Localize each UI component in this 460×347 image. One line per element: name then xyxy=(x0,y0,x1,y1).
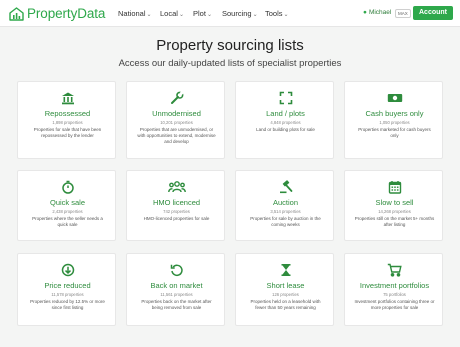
nav-local[interactable]: Local⌄ xyxy=(160,9,184,18)
card-count: 4,848 properties xyxy=(270,120,301,125)
card-land-plots[interactable]: Land / plots 4,848 properties Land or bu… xyxy=(235,81,334,159)
page-subtitle: Access our daily-updated lists of specia… xyxy=(118,58,342,69)
top-navigation-bar: PropertyData National⌄ Local⌄ Plot⌄ Sour… xyxy=(0,0,460,27)
card-count: 75 portfolios xyxy=(383,292,406,297)
card-description: HMO-licenced properties for sale xyxy=(143,216,210,221)
people-icon xyxy=(127,180,226,194)
banknote-icon xyxy=(345,91,444,105)
card-count: 742 properties xyxy=(163,209,190,214)
calendar-icon xyxy=(345,180,444,194)
card-price-reduced[interactable]: Price reduced 11,578 properties Properti… xyxy=(17,253,116,326)
card-count: 11,578 properties xyxy=(51,292,84,297)
chevron-down-icon: ⌄ xyxy=(206,12,212,18)
card-title: Land / plots xyxy=(266,109,305,118)
card-description: Properties back on the market after bein… xyxy=(141,299,212,310)
account-button[interactable]: Account xyxy=(413,6,453,20)
cart-icon xyxy=(345,263,444,277)
card-title: Repossessed xyxy=(44,109,91,118)
chevron-down-icon: ⌄ xyxy=(146,12,152,18)
expand-icon xyxy=(236,91,335,105)
card-title: Cash buyers only xyxy=(365,109,424,118)
card-count: 11,561 properties xyxy=(160,292,193,297)
card-title: Price reduced xyxy=(44,281,91,290)
card-count: 3,514 properties xyxy=(270,209,301,214)
card-count: 1,050 properties xyxy=(379,120,410,125)
nav-label: Tools xyxy=(265,9,283,18)
card-description: Properties reduced by 12.5% or more sinc… xyxy=(30,299,105,310)
chevron-down-icon: ⌄ xyxy=(283,12,289,18)
card-description: Properties still on the market 5+ months… xyxy=(354,216,435,227)
logo-icon xyxy=(9,6,24,21)
card-title: Back on market xyxy=(150,281,203,290)
card-description: Properties that are unmodernised, or wit… xyxy=(137,127,216,144)
hourglass-icon xyxy=(236,263,335,277)
card-description: Properties marketed for cash buyers only xyxy=(358,127,431,138)
card-count: 14,268 properties xyxy=(378,209,411,214)
card-description: Properties where the seller needs a quic… xyxy=(32,216,103,227)
card-description: Investment portfolios containing three o… xyxy=(354,299,435,310)
card-count: 10,201 properties xyxy=(160,120,193,125)
nav-plot[interactable]: Plot⌄ xyxy=(193,9,212,18)
page-title: Property sourcing lists xyxy=(156,37,304,54)
nav-label: Sourcing xyxy=(222,9,252,18)
card-repossessed[interactable]: Repossessed 1,898 properties Properties … xyxy=(17,81,116,159)
card-description: Land or building plots for sale xyxy=(256,127,315,132)
card-auction[interactable]: Auction 3,514 properties Properties for … xyxy=(235,170,334,241)
plan-badge: MAX xyxy=(395,9,411,18)
card-title: Unmodernised xyxy=(152,109,201,118)
logo[interactable]: PropertyData xyxy=(9,6,105,21)
stopwatch-icon xyxy=(18,180,117,194)
chevron-down-icon: ⌄ xyxy=(252,12,258,18)
user-menu[interactable]: ● Michael xyxy=(363,9,391,16)
nav-label: National xyxy=(118,9,146,18)
card-count: 2,438 properties xyxy=(52,209,83,214)
wrench-icon xyxy=(127,91,226,105)
arrow-down-circle-icon xyxy=(18,263,117,277)
card-title: Investment portfolios xyxy=(359,281,430,290)
gavel-icon xyxy=(236,180,335,194)
card-title: Short lease xyxy=(266,281,305,290)
user-icon: ● xyxy=(363,9,367,16)
card-title: Quick sale xyxy=(49,198,85,207)
card-quick-sale[interactable]: Quick sale 2,438 properties Properties w… xyxy=(17,170,116,241)
nav-tools[interactable]: Tools⌄ xyxy=(265,9,289,18)
nav-label: Local xyxy=(160,9,178,18)
card-count: 126 properties xyxy=(272,292,299,297)
card-title: HMO licenced xyxy=(152,198,201,207)
card-unmodernised[interactable]: Unmodernised 10,201 properties Propertie… xyxy=(126,81,225,159)
nav-national[interactable]: National⌄ xyxy=(118,9,152,18)
card-title: Slow to sell xyxy=(375,198,414,207)
card-title: Auction xyxy=(272,198,299,207)
card-description: Properties for sale by auction in the co… xyxy=(250,216,321,227)
card-investment-portfolios[interactable]: Investment portfolios 75 portfolios Inve… xyxy=(344,253,443,326)
undo-icon xyxy=(127,263,226,277)
card-description: Properties for sale that have been repos… xyxy=(33,127,102,138)
brand-name: PropertyData xyxy=(27,6,106,21)
user-name: Michael xyxy=(368,9,392,16)
card-description: Properties held on a leasehold with fewe… xyxy=(250,299,321,310)
nav-sourcing[interactable]: Sourcing⌄ xyxy=(222,9,258,18)
card-slow-to-sell[interactable]: Slow to sell 14,268 properties Propertie… xyxy=(344,170,443,241)
card-hmo-licenced[interactable]: HMO licenced 742 properties HMO-licenced… xyxy=(126,170,225,241)
card-cash-buyers-only[interactable]: Cash buyers only 1,050 properties Proper… xyxy=(344,81,443,159)
chevron-down-icon: ⌄ xyxy=(178,12,184,18)
bank-icon xyxy=(18,91,117,105)
card-back-on-market[interactable]: Back on market 11,561 properties Propert… xyxy=(126,253,225,326)
card-short-lease[interactable]: Short lease 126 properties Properties he… xyxy=(235,253,334,326)
nav-label: Plot xyxy=(193,9,206,18)
card-count: 1,898 properties xyxy=(52,120,83,125)
